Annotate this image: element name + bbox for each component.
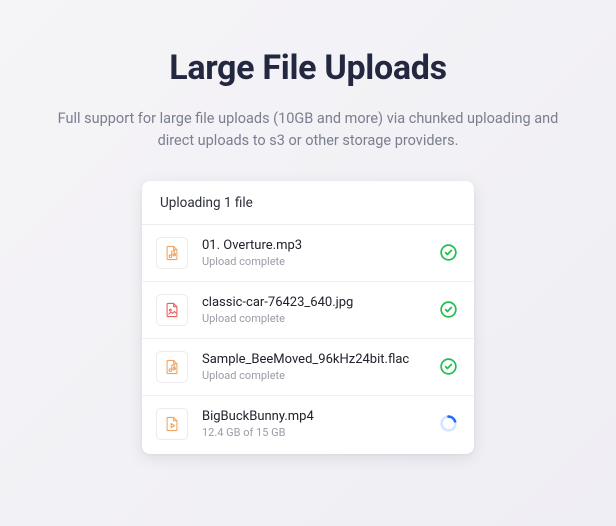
filename: classic-car-76423_640.jpg	[202, 295, 424, 310]
upload-status-text: Upload complete	[202, 255, 424, 268]
check-circle-icon	[438, 357, 458, 377]
upload-panel: Uploading 1 file 01. Overture.mp3 Upload …	[142, 181, 474, 454]
check-circle-icon	[438, 300, 458, 320]
audio-file-icon	[156, 351, 188, 383]
upload-row: 01. Overture.mp3 Upload complete	[142, 225, 474, 282]
check-circle-icon	[438, 243, 458, 263]
upload-row-text: classic-car-76423_640.jpg Upload complete	[202, 295, 424, 325]
spinner-icon	[438, 414, 458, 434]
image-file-icon	[156, 294, 188, 326]
upload-row: Sample_BeeMoved_96kHz24bit.flac Upload co…	[142, 339, 474, 396]
page-subtitle: Full support for large file uploads (10G…	[53, 108, 563, 153]
video-file-icon	[156, 408, 188, 440]
upload-row: BigBuckBunny.mp4 12.4 GB of 15 GB	[142, 396, 474, 454]
filename: BigBuckBunny.mp4	[202, 409, 424, 424]
upload-row-text: BigBuckBunny.mp4 12.4 GB of 15 GB	[202, 409, 424, 439]
upload-row: classic-car-76423_640.jpg Upload complete	[142, 282, 474, 339]
upload-row-text: Sample_BeeMoved_96kHz24bit.flac Upload co…	[202, 352, 424, 382]
upload-status-text: Upload complete	[202, 312, 424, 325]
filename: 01. Overture.mp3	[202, 238, 424, 253]
upload-status-text: Upload complete	[202, 369, 424, 382]
audio-file-icon	[156, 237, 188, 269]
panel-title: Uploading 1 file	[142, 181, 474, 225]
upload-status-text: 12.4 GB of 15 GB	[202, 426, 424, 439]
filename: Sample_BeeMoved_96kHz24bit.flac	[202, 352, 424, 367]
upload-row-text: 01. Overture.mp3 Upload complete	[202, 238, 424, 268]
page-title: Large File Uploads	[169, 48, 447, 88]
